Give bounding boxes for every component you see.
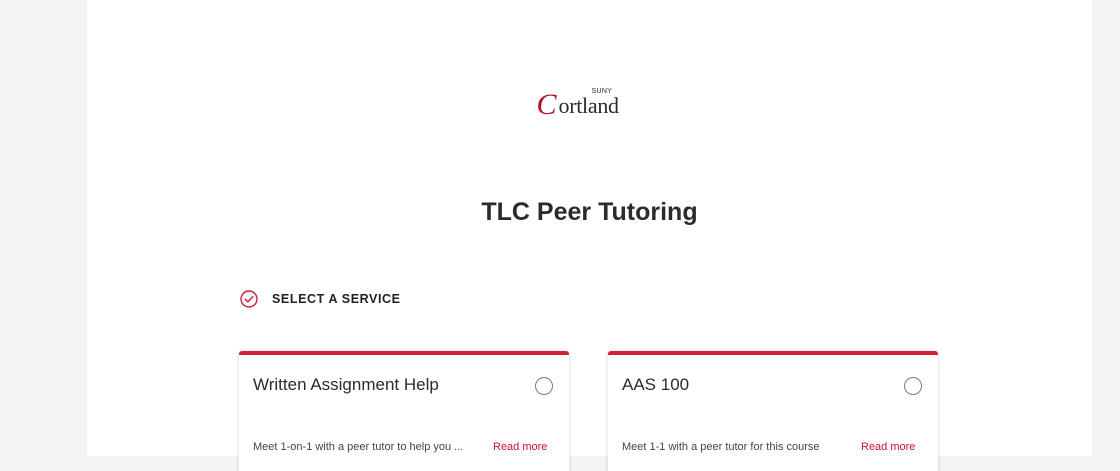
service-description: Meet 1-1 with a peer tutor for this cour… <box>622 441 820 453</box>
suny-cortland-logo: C SUNY ortland <box>87 86 1092 122</box>
booking-page: C SUNY ortland TLC Peer Tutoring SELECT … <box>87 0 1092 471</box>
step-select-service: SELECT A SERVICE <box>240 290 401 308</box>
service-description: Meet 1-on-1 with a peer tutor to help yo… <box>253 441 464 453</box>
logo-initial: C <box>536 88 557 121</box>
check-circle-icon <box>240 290 258 308</box>
page-title: TLC Peer Tutoring <box>481 198 698 226</box>
service-card-aas-100[interactable]: AAS 100 Meet 1-1 with a peer tutor for t… <box>608 351 938 471</box>
service-radio[interactable] <box>904 377 922 395</box>
logo-wordmark: ortland <box>558 93 620 118</box>
read-more-link[interactable]: Read more <box>493 441 547 453</box>
read-more-link[interactable]: Read more <box>861 441 915 453</box>
service-title: AAS 100 <box>622 375 690 394</box>
step-label: SELECT A SERVICE <box>272 292 401 306</box>
service-radio[interactable] <box>535 377 553 395</box>
service-title: Written Assignment Help <box>253 375 439 394</box>
service-card-written-assignment-help[interactable]: Written Assignment Help Meet 1-on-1 with… <box>239 351 569 471</box>
logo-mark: C SUNY ortland <box>535 86 645 122</box>
